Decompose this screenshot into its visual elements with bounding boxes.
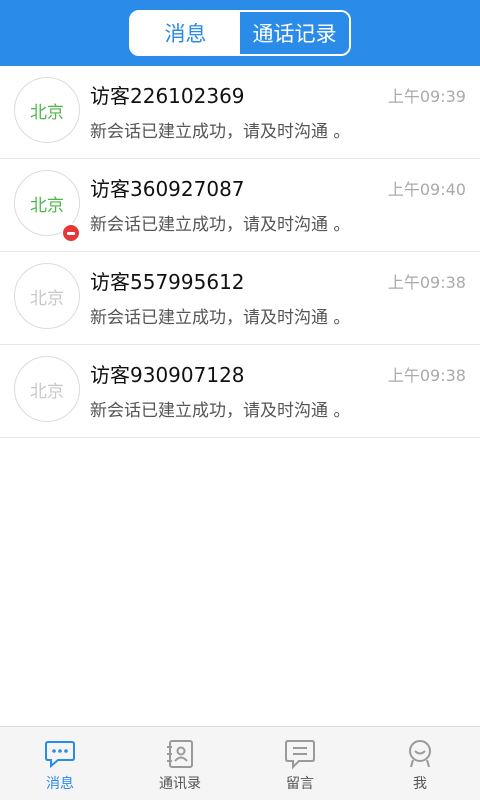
conversation-row[interactable]: 北京 访客930907128 上午09:38 新会话已建立成功，请及时沟通 。: [0, 345, 480, 438]
message-time: 上午09:38: [387, 366, 466, 385]
message-time: 上午09:39: [387, 87, 466, 106]
message-time: 上午09:40: [387, 180, 466, 199]
profile-icon: [409, 740, 431, 768]
tab-bar-label: 留言: [286, 776, 314, 792]
message-preview: 新会话已建立成功，请及时沟通 。: [90, 308, 351, 328]
visitor-name: 访客226102369: [90, 84, 245, 108]
tab-call-records[interactable]: 通话记录: [240, 12, 349, 54]
message-note-icon: [285, 740, 315, 770]
message-preview: 新会话已建立成功，请及时沟通 。: [90, 215, 351, 235]
visitor-name: 访客360927087: [90, 177, 245, 201]
tab-messages[interactable]: 消息: [131, 12, 240, 54]
tab-bar-label: 通讯录: [159, 776, 201, 792]
status-badge: [61, 223, 81, 243]
tab-bar-notes[interactable]: 留言: [240, 727, 360, 800]
tab-bar-label: 消息: [46, 776, 74, 792]
bottom-tab-bar: 消息 通讯录 留言 我: [0, 726, 480, 800]
segmented-control: 消息 通话记录: [129, 10, 351, 56]
tab-bar-me[interactable]: 我: [360, 727, 480, 800]
conversation-row[interactable]: 北京 访客226102369 上午09:39 新会话已建立成功，请及时沟通 。: [0, 66, 480, 159]
avatar: 北京: [14, 263, 80, 329]
contacts-icon: [167, 740, 193, 768]
tab-bar-label: 我: [413, 776, 427, 792]
message-time: 上午09:38: [387, 273, 466, 292]
conversation-row[interactable]: 北京 访客557995612 上午09:38 新会话已建立成功，请及时沟通 。: [0, 252, 480, 345]
message-preview: 新会话已建立成功，请及时沟通 。: [90, 401, 351, 421]
visitor-name: 访客557995612: [90, 270, 245, 294]
tab-bar-messages[interactable]: 消息: [0, 727, 120, 800]
top-bar: 消息 通话记录: [0, 0, 480, 66]
message-preview: 新会话已建立成功，请及时沟通 。: [90, 122, 351, 142]
visitor-name: 访客930907128: [90, 363, 245, 387]
avatar: 北京: [14, 77, 80, 143]
tab-bar-contacts[interactable]: 通讯录: [120, 727, 240, 800]
conversation-row[interactable]: 北京 访客360927087 上午09:40 新会话已建立成功，请及时沟通 。: [0, 159, 480, 252]
conversation-list: 北京 访客226102369 上午09:39 新会话已建立成功，请及时沟通 。 …: [0, 66, 480, 438]
avatar: 北京: [14, 356, 80, 422]
chat-bubble-icon: [45, 741, 75, 769]
